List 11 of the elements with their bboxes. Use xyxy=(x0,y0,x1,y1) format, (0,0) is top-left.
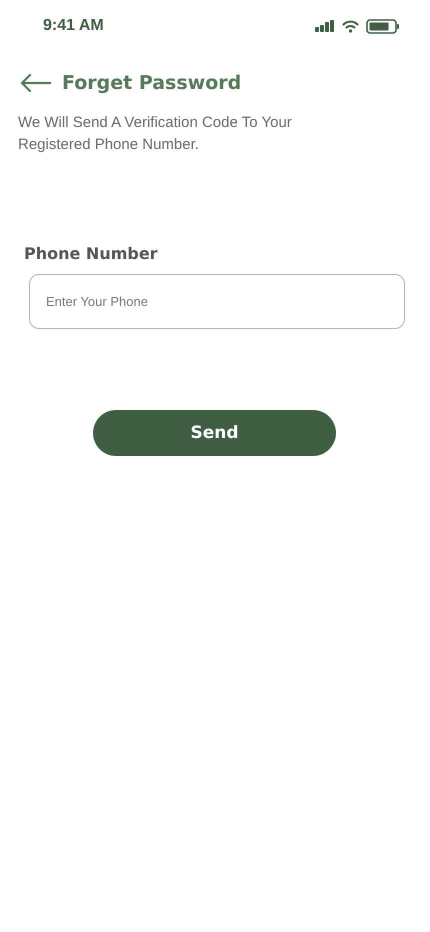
field-label: Phone Number xyxy=(24,244,158,263)
page-title: Forget Password xyxy=(62,72,242,94)
back-arrow-icon xyxy=(20,73,51,93)
signal-icon xyxy=(315,20,335,32)
description-text: We Will Send A Verification Code To Your Registered Phone Number. xyxy=(18,113,293,155)
back-button[interactable] xyxy=(20,73,51,93)
battery-icon xyxy=(366,18,400,34)
wifi-icon xyxy=(342,20,359,32)
status-time: 9:41 AM xyxy=(43,17,104,35)
phone-input-field[interactable]: Enter Your Phone xyxy=(29,274,405,329)
send-button[interactable]: Send xyxy=(93,410,336,456)
